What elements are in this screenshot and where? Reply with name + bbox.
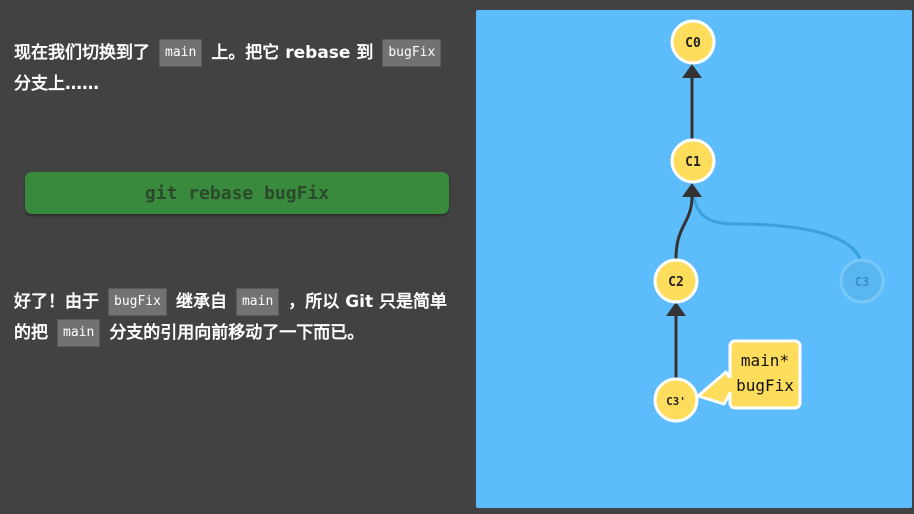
commit-c3-faded[interactable]: C3 (839, 258, 885, 304)
commit-c1[interactable]: C1 (670, 138, 716, 184)
inline-code-bugfix: bugFix (382, 39, 442, 67)
explanation-paragraph-2: 好了！由于 bugFix 继承自 main ，所以 Git 只是简单的把 main 分支的引… (14, 287, 454, 349)
commit-c0-label: C0 (685, 36, 701, 51)
paragraph-text: 到 (350, 43, 374, 63)
paragraph-text: ，所以 (288, 292, 346, 312)
bold-term: rebase (285, 43, 351, 63)
paragraph-text: 分支的引用向前移动了一下而已。 (109, 323, 365, 343)
commit-c1-label: C1 (685, 155, 701, 170)
explanation-paragraph-1: 现在我们切换到了 main 上。把它 rebase 到 bugFix 分支上…… (14, 38, 454, 100)
paragraph-text: 分支上…… (14, 74, 99, 94)
arrowhead-c1 (682, 183, 702, 197)
inline-code-main: main (235, 288, 280, 316)
edge-c3-c1 (690, 189, 864, 270)
commit-c3-label: C3 (855, 275, 869, 289)
commit-c2[interactable]: C2 (653, 258, 699, 304)
explanation-panel: 现在我们切换到了 main 上。把它 rebase 到 bugFix 分支上…… git… (0, 0, 462, 514)
git-tutorial-screen: 现在我们切换到了 main 上。把它 rebase 到 bugFix 分支上…… git… (0, 0, 914, 514)
commit-graph-svg: C0 C1 C2 C3 C3' main* bugFix (653, 19, 885, 423)
command-text: git rebase bugFix (144, 182, 330, 204)
paragraph-text: 现在我们切换到了 (14, 43, 150, 63)
paragraph-text: 上。把它 (211, 43, 286, 63)
arrowhead-c2 (666, 302, 686, 316)
inline-code-main: main (57, 319, 101, 347)
commit-c0[interactable]: C0 (670, 19, 716, 65)
paragraph-text: 好了！由于 (14, 292, 99, 312)
commit-graph-canvas: C0 C1 C2 C3 C3' main* bugFix (476, 10, 912, 508)
command-button[interactable]: git rebase bugFix (25, 172, 449, 214)
inline-code-main: main (159, 39, 203, 67)
bold-term: Git (345, 292, 374, 312)
branch-label-bugfix: bugFix (736, 376, 794, 395)
commit-c3-prime[interactable]: C3' (653, 377, 699, 423)
arrowhead-c0 (682, 64, 702, 78)
branch-tag-main-bugfix[interactable]: main* bugFix (726, 339, 802, 410)
paragraph-text: 继承自 (175, 292, 227, 312)
commit-c3p-label: C3' (666, 395, 686, 408)
inline-code-bugfix: bugFix (108, 288, 167, 316)
edge-c2-c1 (674, 195, 694, 260)
branch-label-main: main* (741, 351, 789, 370)
commit-c2-label: C2 (668, 275, 684, 290)
